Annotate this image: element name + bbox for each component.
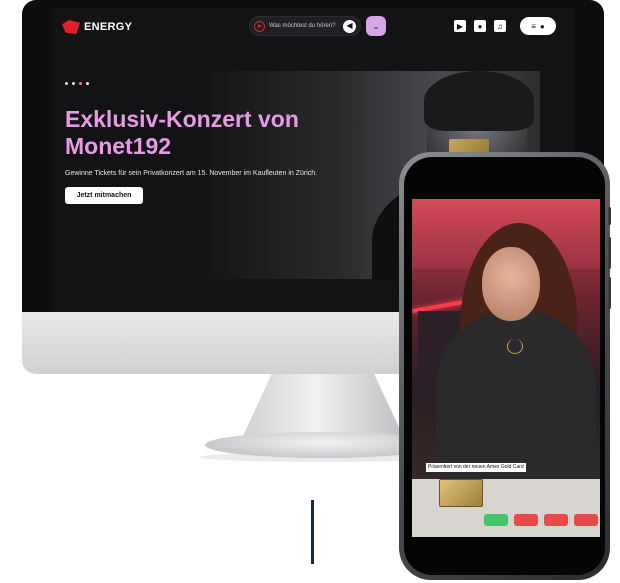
imac-stand — [243, 374, 403, 436]
energy-logo[interactable]: ENERGY — [62, 20, 132, 34]
divider-line — [311, 500, 314, 564]
light-pad — [514, 514, 538, 526]
user-icon: ● — [539, 21, 545, 31]
playlist-icon[interactable]: ♫ — [494, 20, 506, 32]
header-icons: ▶ ● ♫ — [454, 20, 506, 32]
chevron-down-icon[interactable]: ⌄ — [366, 16, 386, 36]
carousel-dots — [65, 82, 89, 85]
menu-icon: ≡ — [531, 21, 536, 31]
artist-hair — [424, 71, 534, 131]
play-icon[interactable] — [254, 20, 265, 32]
search-bar[interactable]: Was möchtest du hören? ◀ — [249, 16, 361, 36]
carousel-dot[interactable] — [72, 82, 75, 85]
carousel-dot-active[interactable] — [79, 82, 82, 85]
menu-button[interactable]: ≡ ● — [520, 17, 556, 35]
cta-button[interactable]: Jetzt mitmachen — [65, 187, 143, 204]
speaker-icon[interactable]: ◀ — [343, 19, 356, 33]
search-placeholder: Was möchtest du hören? — [269, 23, 336, 29]
carousel-dot[interactable] — [65, 82, 68, 85]
brand-name: ENERGY — [84, 21, 133, 33]
microphone-icon[interactable]: ● — [474, 20, 486, 32]
necklace — [507, 339, 523, 354]
volume-up-button — [608, 237, 611, 269]
side-button — [608, 207, 611, 225]
sponsor-caption: Präsentiert von der neuen Amex Gold Card — [426, 463, 526, 472]
top-navigation: ENERGY Was möchtest du hören? ◀ ⌄ ▶ ● ♫ … — [52, 8, 574, 48]
hero-subtitle: Gewinne Tickets für sein Privatkonzert a… — [65, 170, 318, 177]
presenter-body — [436, 311, 596, 481]
hero-title: Exklusiv-Konzert von Monet192 — [65, 106, 299, 159]
smartphone: Präsentiert von der neuen Amex Gold Card — [399, 152, 611, 580]
light-pad — [574, 514, 598, 526]
presenter-face — [482, 247, 540, 321]
video-icon[interactable]: ▶ — [454, 20, 466, 32]
light-pad — [544, 514, 568, 526]
video-screen[interactable]: Präsentiert von der neuen Amex Gold Card — [412, 199, 600, 537]
carousel-dot[interactable] — [86, 82, 89, 85]
amex-gold-card — [439, 479, 483, 507]
nrj-logo-icon — [62, 20, 80, 34]
light-pad — [484, 514, 508, 526]
volume-down-button — [608, 277, 611, 309]
